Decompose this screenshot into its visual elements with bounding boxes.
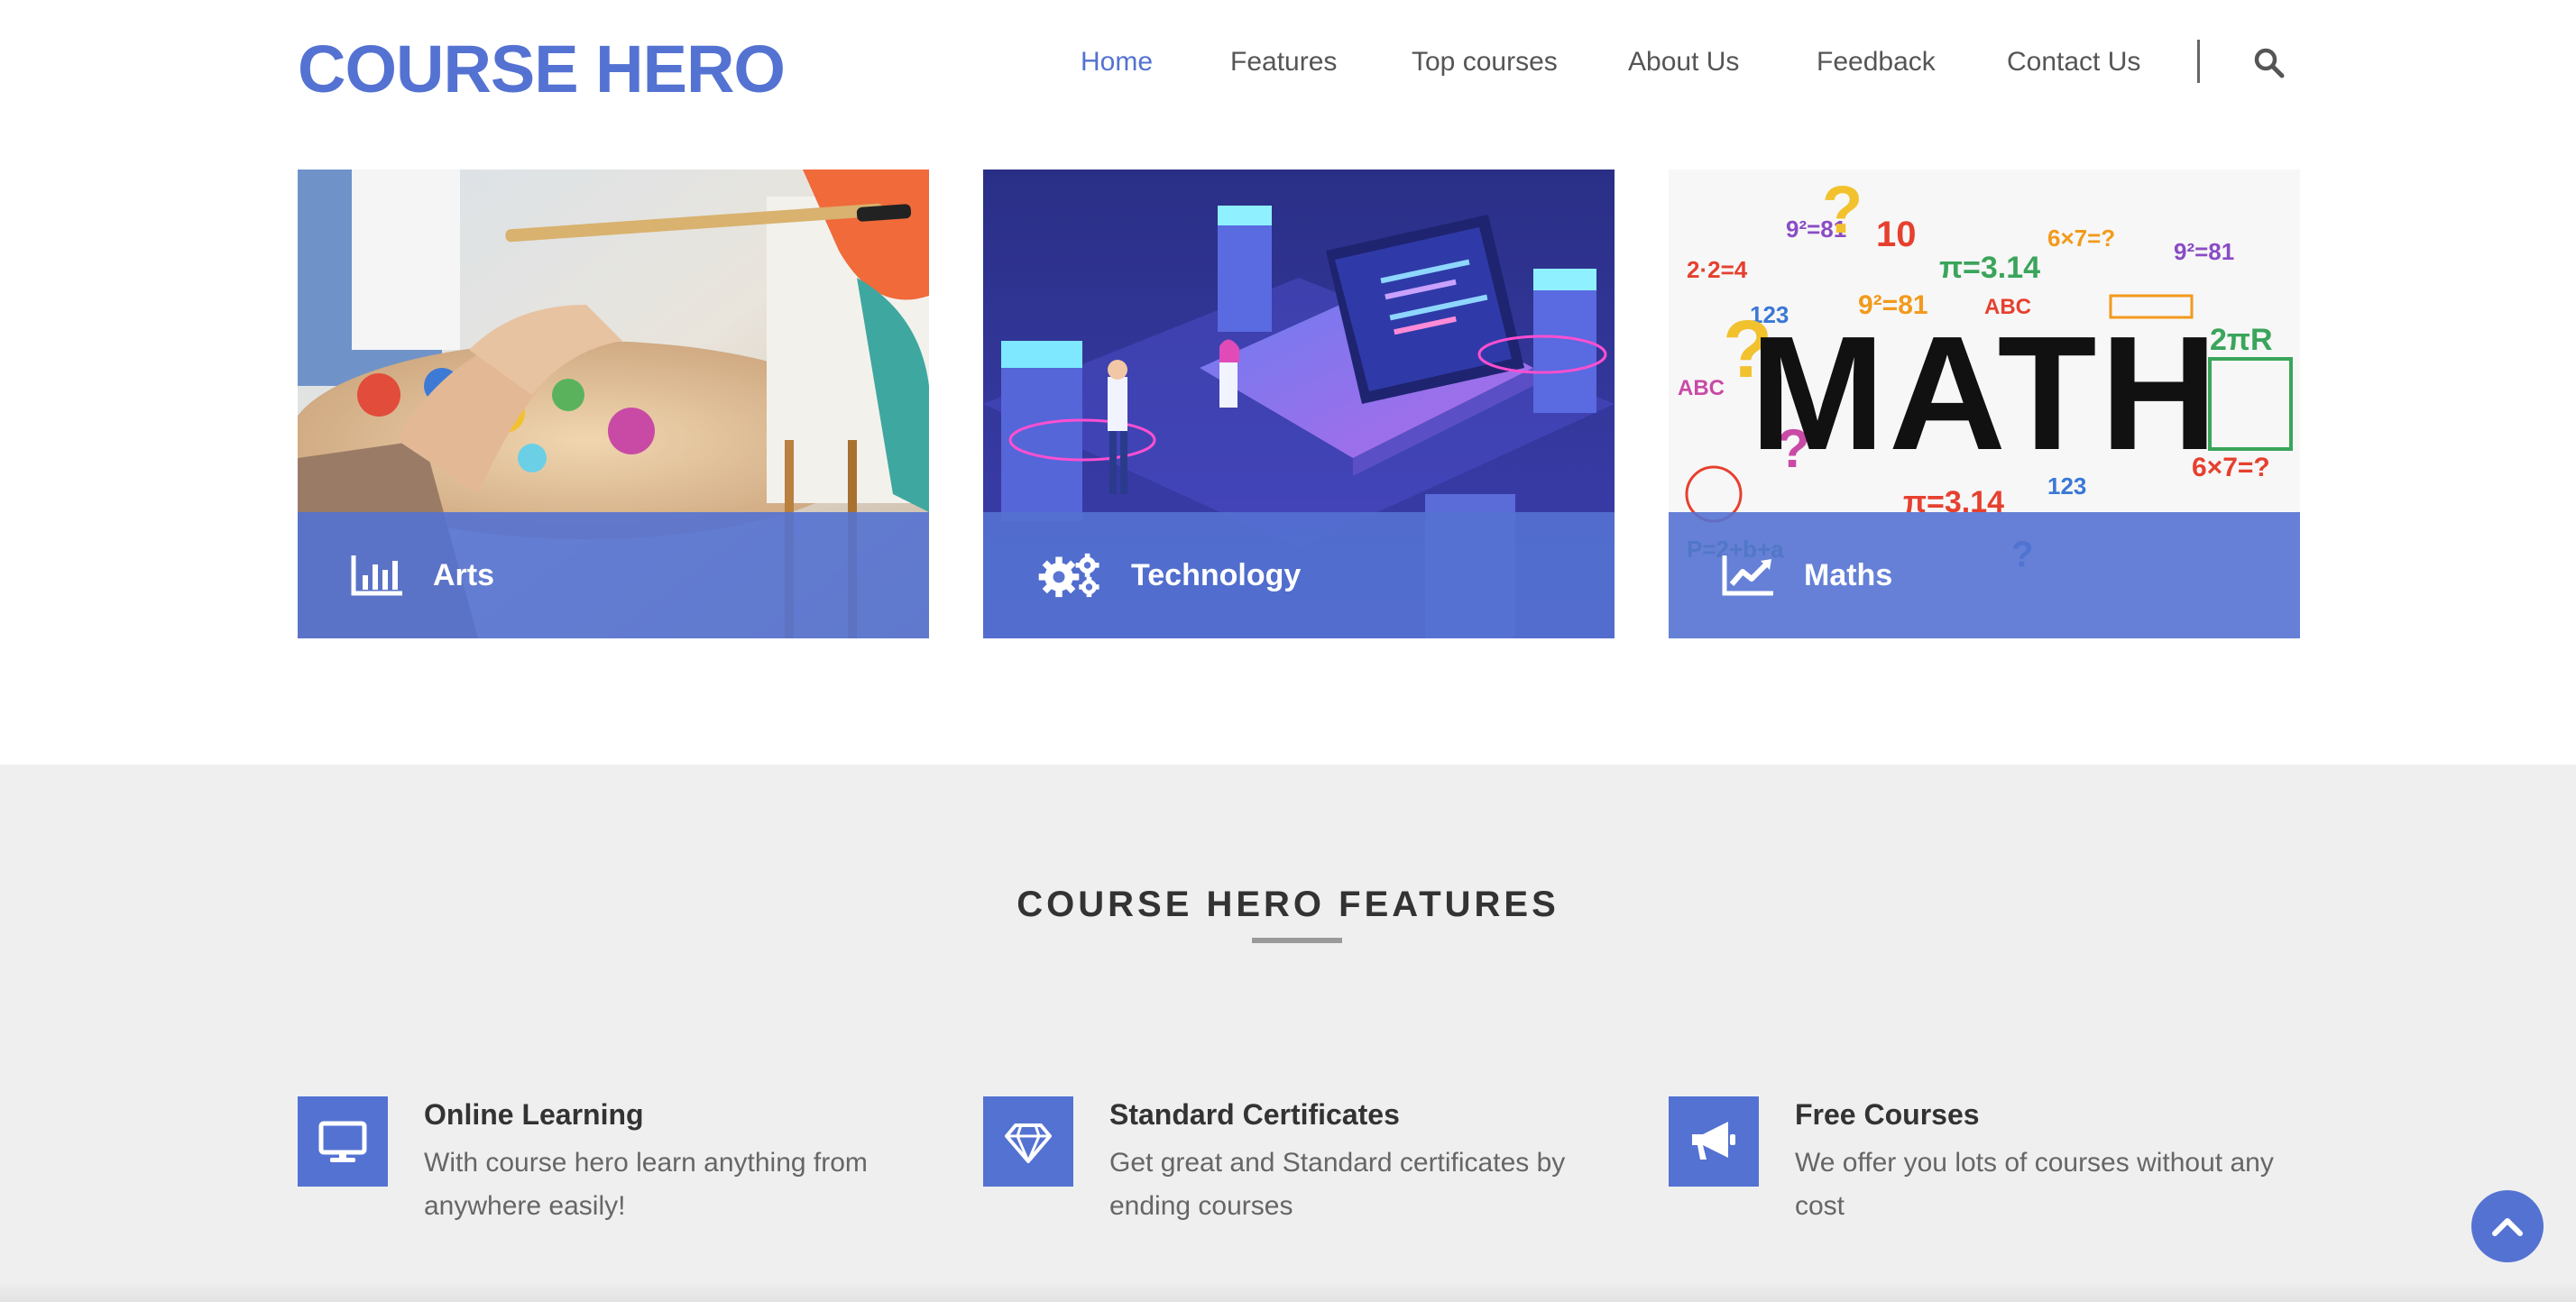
feature-heading: Online Learning — [424, 1098, 644, 1131]
nav-item-about-us[interactable]: About Us — [1628, 41, 1739, 83]
feature-icon-box — [983, 1096, 1073, 1187]
feature-heading: Free Courses — [1795, 1098, 1980, 1131]
footer-shadow — [0, 1280, 2576, 1302]
course-card-technology[interactable]: Technology — [983, 170, 1615, 638]
search-icon[interactable] — [2253, 47, 2286, 79]
feature-heading: Standard Certificates — [1109, 1098, 1400, 1131]
course-card-maths[interactable]: 9²=81 2·2=4 10 π=3.14 6×7=? 9²=81 2πR 12… — [1669, 170, 2300, 638]
svg-text:9²=81: 9²=81 — [2174, 238, 2234, 265]
course-label-technology: Technology — [1131, 558, 1302, 592]
diamond-icon — [1005, 1123, 1052, 1163]
feature-standard-certificates: Standard Certificates Get great and Stan… — [983, 1096, 1633, 1241]
svg-text:2·2=4: 2·2=4 — [1687, 256, 1748, 283]
course-card-arts[interactable]: Arts — [298, 170, 929, 638]
nav-item-contact-us[interactable]: Contact Us — [2007, 41, 2140, 83]
svg-text:6×7=?: 6×7=? — [2047, 225, 2115, 252]
features-section: COURSE HERO FEATURES Online Learning Wit… — [0, 765, 2576, 1302]
svg-text:?: ? — [1822, 172, 1863, 247]
nav-divider — [2197, 40, 2200, 83]
back-to-top-button[interactable] — [2471, 1190, 2544, 1262]
nav-item-home[interactable]: Home — [1081, 41, 1153, 83]
svg-text:π=3.14: π=3.14 — [1939, 251, 2040, 285]
svg-text:10: 10 — [1876, 215, 1917, 254]
nav-item-feedback[interactable]: Feedback — [1817, 41, 1936, 83]
course-card-label-bar: Maths — [1669, 512, 2300, 638]
course-label-arts: Arts — [433, 558, 495, 592]
monitor-icon — [318, 1121, 367, 1162]
course-label-maths: Maths — [1804, 558, 1893, 592]
feature-description: We offer you lots of courses without any… — [1795, 1148, 2274, 1221]
chevron-up-icon — [2492, 1218, 2523, 1236]
feature-icon-box — [298, 1096, 388, 1187]
svg-text:MATH: MATH — [1750, 303, 2222, 484]
megaphone-icon — [1692, 1122, 1735, 1160]
nav-item-top-courses[interactable]: Top courses — [1412, 41, 1558, 83]
site-header: COURSE HERO Home Features Top courses Ab… — [0, 0, 2576, 135]
course-card-label-bar: Technology — [983, 512, 1615, 638]
feature-icon-box — [1669, 1096, 1759, 1187]
line-chart-icon — [1722, 555, 1773, 596]
feature-description: Get great and Standard certificates by e… — [1109, 1148, 1566, 1221]
bar-chart-icon — [351, 555, 402, 596]
features-title-underline — [1252, 938, 1342, 943]
svg-text:ABC: ABC — [1678, 376, 1725, 400]
feature-description: With course hero learn anything from any… — [424, 1148, 868, 1221]
gears-icon — [1038, 553, 1099, 598]
features-title: COURSE HERO FEATURES — [1017, 885, 1559, 924]
feature-free-courses: Free Courses We offer you lots of course… — [1669, 1096, 2318, 1241]
course-card-label-bar: Arts — [298, 512, 929, 638]
site-logo[interactable]: COURSE HERO — [298, 31, 786, 108]
nav-item-features[interactable]: Features — [1230, 41, 1337, 83]
feature-online-learning: Online Learning With course hero learn a… — [298, 1096, 947, 1241]
